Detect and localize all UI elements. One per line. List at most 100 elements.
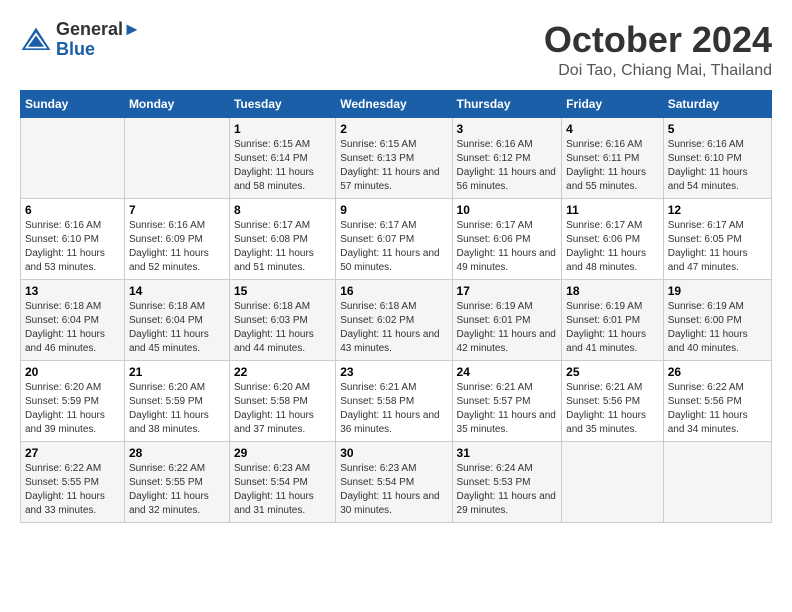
day-info: Sunrise: 6:16 AM Sunset: 6:09 PM Dayligh… [129, 219, 225, 275]
day-header-thursday: Thursday [452, 90, 562, 117]
day-info: Sunrise: 6:22 AM Sunset: 5:56 PM Dayligh… [668, 381, 767, 437]
day-number: 8 [234, 203, 331, 217]
day-info: Sunrise: 6:21 AM Sunset: 5:57 PM Dayligh… [457, 381, 558, 437]
day-number: 23 [340, 365, 447, 379]
calendar-cell [21, 117, 125, 198]
day-number: 4 [566, 122, 659, 136]
calendar-cell: 2 Sunrise: 6:15 AM Sunset: 6:13 PM Daylig… [336, 117, 452, 198]
calendar-week-1: 1 Sunrise: 6:15 AM Sunset: 6:14 PM Daylig… [21, 117, 772, 198]
calendar-cell: 8Sunrise: 6:17 AM Sunset: 6:08 PM Daylig… [229, 198, 335, 279]
logo-text: General► Blue [56, 20, 141, 60]
day-info: Sunrise: 6:19 AM Sunset: 6:01 PM Dayligh… [457, 300, 558, 356]
calendar-cell: 17Sunrise: 6:19 AM Sunset: 6:01 PM Dayli… [452, 279, 562, 360]
calendar-cell: 15 Sunrise: 6:18 AM Sunset: 6:03 PM Dayli… [229, 279, 335, 360]
day-number: 21 [129, 365, 225, 379]
day-info: Sunrise: 6:22 AM Sunset: 5:55 PM Dayligh… [25, 462, 120, 518]
day-info: Sunrise: 6:18 AM Sunset: 6:04 PM Dayligh… [129, 300, 225, 356]
calendar-cell: 11 Sunrise: 6:17 AM Sunset: 6:06 PM Dayli… [562, 198, 664, 279]
calendar-cell: 13 Sunrise: 6:18 AM Sunset: 6:04 PM Dayli… [21, 279, 125, 360]
day-number: 6 [25, 203, 120, 217]
day-number: 30 [340, 446, 447, 460]
day-info: Sunrise: 6:20 AM Sunset: 5:58 PM Dayligh… [234, 381, 331, 437]
logo-icon [20, 26, 52, 54]
day-number: 15 [234, 284, 331, 298]
day-info: Sunrise: 6:15 AM Sunset: 6:13 PM Dayligh… [340, 138, 447, 194]
calendar-cell: 16 Sunrise: 6:18 AM Sunset: 6:02 PM Dayli… [336, 279, 452, 360]
day-info: Sunrise: 6:22 AM Sunset: 5:55 PM Dayligh… [129, 462, 225, 518]
day-number: 14 [129, 284, 225, 298]
calendar-week-5: 27Sunrise: 6:22 AM Sunset: 5:55 PM Dayli… [21, 441, 772, 522]
calendar-cell: 7 Sunrise: 6:16 AM Sunset: 6:09 PM Daylig… [124, 198, 229, 279]
location: Doi Tao, Chiang Mai, Thailand [544, 62, 772, 80]
calendar-cell: 30 Sunrise: 6:23 AM Sunset: 5:54 PM Dayli… [336, 441, 452, 522]
day-info: Sunrise: 6:18 AM Sunset: 6:03 PM Dayligh… [234, 300, 331, 356]
day-number: 25 [566, 365, 659, 379]
day-info: Sunrise: 6:17 AM Sunset: 6:06 PM Dayligh… [457, 219, 558, 275]
day-header-friday: Friday [562, 90, 664, 117]
calendar-cell: 18Sunrise: 6:19 AM Sunset: 6:01 PM Dayli… [562, 279, 664, 360]
day-info: Sunrise: 6:20 AM Sunset: 5:59 PM Dayligh… [25, 381, 120, 437]
calendar-week-3: 13 Sunrise: 6:18 AM Sunset: 6:04 PM Dayli… [21, 279, 772, 360]
day-info: Sunrise: 6:19 AM Sunset: 6:00 PM Dayligh… [668, 300, 767, 356]
calendar-week-4: 20Sunrise: 6:20 AM Sunset: 5:59 PM Dayli… [21, 360, 772, 441]
calendar-cell: 25 Sunrise: 6:21 AM Sunset: 5:56 PM Dayli… [562, 360, 664, 441]
page-header: General► Blue October 2024 Doi Tao, Chia… [20, 20, 772, 80]
calendar-cell: 23 Sunrise: 6:21 AM Sunset: 5:58 PM Dayli… [336, 360, 452, 441]
calendar-cell: 28 Sunrise: 6:22 AM Sunset: 5:55 PM Dayli… [124, 441, 229, 522]
day-info: Sunrise: 6:23 AM Sunset: 5:54 PM Dayligh… [340, 462, 447, 518]
day-number: 28 [129, 446, 225, 460]
day-number: 13 [25, 284, 120, 298]
day-number: 7 [129, 203, 225, 217]
day-info: Sunrise: 6:18 AM Sunset: 6:04 PM Dayligh… [25, 300, 120, 356]
day-number: 26 [668, 365, 767, 379]
calendar-cell [562, 441, 664, 522]
calendar-cell: 1 Sunrise: 6:15 AM Sunset: 6:14 PM Daylig… [229, 117, 335, 198]
day-info: Sunrise: 6:17 AM Sunset: 6:05 PM Dayligh… [668, 219, 767, 275]
day-info: Sunrise: 6:18 AM Sunset: 6:02 PM Dayligh… [340, 300, 447, 356]
calendar-cell: 5Sunrise: 6:16 AM Sunset: 6:10 PM Daylig… [663, 117, 771, 198]
calendar-cell: 14 Sunrise: 6:18 AM Sunset: 6:04 PM Dayli… [124, 279, 229, 360]
calendar-cell: 9Sunrise: 6:17 AM Sunset: 6:07 PM Daylig… [336, 198, 452, 279]
calendar-cell: 31 Sunrise: 6:24 AM Sunset: 5:53 PM Dayli… [452, 441, 562, 522]
day-header-saturday: Saturday [663, 90, 771, 117]
calendar-table: SundayMondayTuesdayWednesdayThursdayFrid… [20, 90, 772, 523]
header-row: SundayMondayTuesdayWednesdayThursdayFrid… [21, 90, 772, 117]
day-info: Sunrise: 6:15 AM Sunset: 6:14 PM Dayligh… [234, 138, 331, 194]
calendar-cell: 6Sunrise: 6:16 AM Sunset: 6:10 PM Daylig… [21, 198, 125, 279]
calendar-cell: 4 Sunrise: 6:16 AM Sunset: 6:11 PM Daylig… [562, 117, 664, 198]
calendar-cell [124, 117, 229, 198]
day-number: 12 [668, 203, 767, 217]
day-header-tuesday: Tuesday [229, 90, 335, 117]
day-header-wednesday: Wednesday [336, 90, 452, 117]
calendar-cell: 22Sunrise: 6:20 AM Sunset: 5:58 PM Dayli… [229, 360, 335, 441]
calendar-cell [663, 441, 771, 522]
day-number: 16 [340, 284, 447, 298]
logo: General► Blue [20, 20, 141, 60]
calendar-cell: 10 Sunrise: 6:17 AM Sunset: 6:06 PM Dayli… [452, 198, 562, 279]
day-info: Sunrise: 6:17 AM Sunset: 6:07 PM Dayligh… [340, 219, 447, 275]
day-number: 29 [234, 446, 331, 460]
calendar-cell: 27Sunrise: 6:22 AM Sunset: 5:55 PM Dayli… [21, 441, 125, 522]
day-number: 10 [457, 203, 558, 217]
day-info: Sunrise: 6:21 AM Sunset: 5:58 PM Dayligh… [340, 381, 447, 437]
day-number: 1 [234, 122, 331, 136]
day-info: Sunrise: 6:16 AM Sunset: 6:11 PM Dayligh… [566, 138, 659, 194]
day-info: Sunrise: 6:24 AM Sunset: 5:53 PM Dayligh… [457, 462, 558, 518]
calendar-cell: 26 Sunrise: 6:22 AM Sunset: 5:56 PM Dayli… [663, 360, 771, 441]
day-number: 31 [457, 446, 558, 460]
day-number: 3 [457, 122, 558, 136]
day-info: Sunrise: 6:23 AM Sunset: 5:54 PM Dayligh… [234, 462, 331, 518]
day-info: Sunrise: 6:17 AM Sunset: 6:06 PM Dayligh… [566, 219, 659, 275]
calendar-week-2: 6Sunrise: 6:16 AM Sunset: 6:10 PM Daylig… [21, 198, 772, 279]
month-title: October 2024 [544, 20, 772, 60]
calendar-cell: 3Sunrise: 6:16 AM Sunset: 6:12 PM Daylig… [452, 117, 562, 198]
calendar-cell: 12 Sunrise: 6:17 AM Sunset: 6:05 PM Dayli… [663, 198, 771, 279]
day-number: 2 [340, 122, 447, 136]
day-number: 19 [668, 284, 767, 298]
day-number: 11 [566, 203, 659, 217]
day-info: Sunrise: 6:21 AM Sunset: 5:56 PM Dayligh… [566, 381, 659, 437]
day-number: 18 [566, 284, 659, 298]
day-header-monday: Monday [124, 90, 229, 117]
day-header-sunday: Sunday [21, 90, 125, 117]
title-block: October 2024 Doi Tao, Chiang Mai, Thaila… [544, 20, 772, 80]
